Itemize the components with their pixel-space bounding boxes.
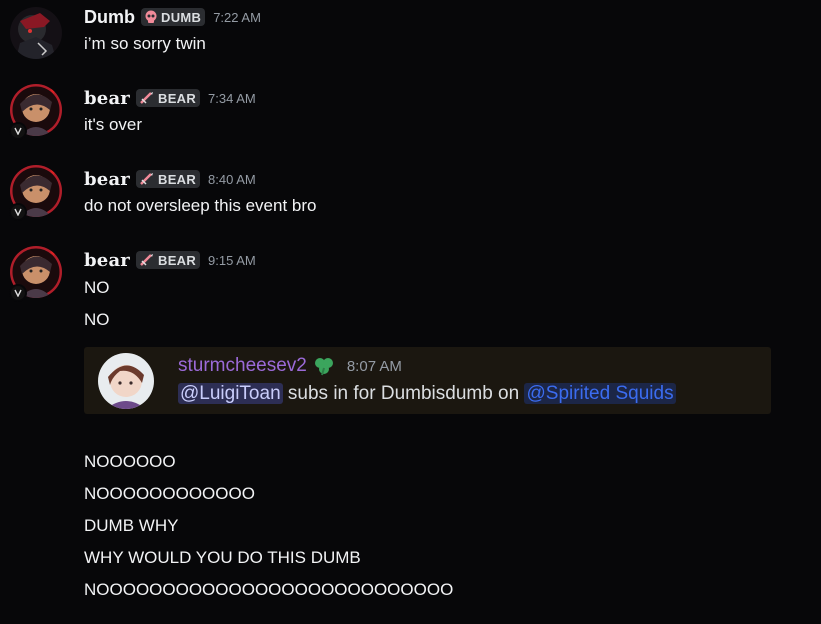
message-header: bear BEAR 8:40 AM	[84, 168, 256, 190]
user-mention[interactable]: @LuigiToan	[178, 383, 283, 404]
guild-tag-label: BEAR	[158, 171, 197, 187]
message-header: Dumb DUMB 7:22 AM	[84, 6, 261, 28]
message-text: NOOOOOO	[84, 452, 176, 471]
message-header: bear BEAR 7:34 AM	[84, 87, 256, 109]
guild-tag-label: BEAR	[158, 252, 197, 268]
guild-tag[interactable]: BEAR	[136, 251, 201, 269]
chat-messages: Dumb DUMB 7:22 AM i’m so sorry twin bear…	[0, 0, 821, 624]
message-text: NO	[84, 310, 110, 329]
message-header: bear BEAR 9:15 AM	[84, 249, 256, 271]
message-text: i’m so sorry twin	[84, 34, 206, 53]
message-text: NOOOOOOOOOOOOOOOOOOOOOOOOOOO	[84, 580, 454, 599]
timestamp[interactable]: 7:34 AM	[208, 91, 256, 106]
message-text: it's over	[84, 115, 143, 134]
guild-tag[interactable]: BEAR	[136, 170, 201, 188]
message-text: NOOOOOOOOOOOO	[84, 484, 255, 503]
avatar[interactable]	[10, 7, 62, 59]
message-text: do not oversleep this event bro	[84, 196, 317, 215]
embed-author-row: sturmcheesev2 8:07 AM	[178, 355, 402, 377]
sword-icon	[139, 172, 155, 186]
sword-icon	[139, 253, 155, 267]
timestamp[interactable]: 8:07 AM	[347, 358, 402, 375]
guild-tag-label: DUMB	[161, 9, 202, 25]
username[interactable]: bear	[84, 88, 130, 109]
timestamp[interactable]: 8:40 AM	[208, 172, 256, 187]
embed-author[interactable]: sturmcheesev2	[178, 355, 307, 377]
role-mention[interactable]: @Spirited Squids	[524, 383, 676, 404]
skull-icon	[144, 10, 158, 24]
status-dot-icon	[9, 203, 27, 221]
status-dot-icon	[9, 284, 27, 302]
embed-text-middle: subs in for Dumbisdumb on	[282, 383, 525, 404]
clover-icon	[313, 356, 335, 376]
sword-icon	[139, 91, 155, 105]
guild-tag[interactable]: BEAR	[136, 89, 201, 107]
avatar[interactable]	[98, 353, 154, 409]
username[interactable]: Dumb	[84, 7, 135, 28]
message-text: WHY WOULD YOU DO THIS DUMB	[84, 548, 361, 567]
status-dot-icon	[9, 122, 27, 140]
embedded-message[interactable]: sturmcheesev2 8:07 AM @LuigiToan subs in…	[84, 347, 771, 414]
timestamp[interactable]: 9:15 AM	[208, 253, 256, 268]
guild-tag-label: BEAR	[158, 90, 197, 106]
message-text: NO	[84, 278, 110, 297]
username[interactable]: bear	[84, 169, 130, 190]
guild-tag[interactable]: DUMB	[141, 8, 206, 26]
timestamp[interactable]: 7:22 AM	[213, 10, 261, 25]
message-text: DUMB WHY	[84, 516, 179, 535]
embed-text: @LuigiToan subs in for Dumbisdumb on @Sp…	[178, 383, 676, 405]
username[interactable]: bear	[84, 250, 130, 271]
